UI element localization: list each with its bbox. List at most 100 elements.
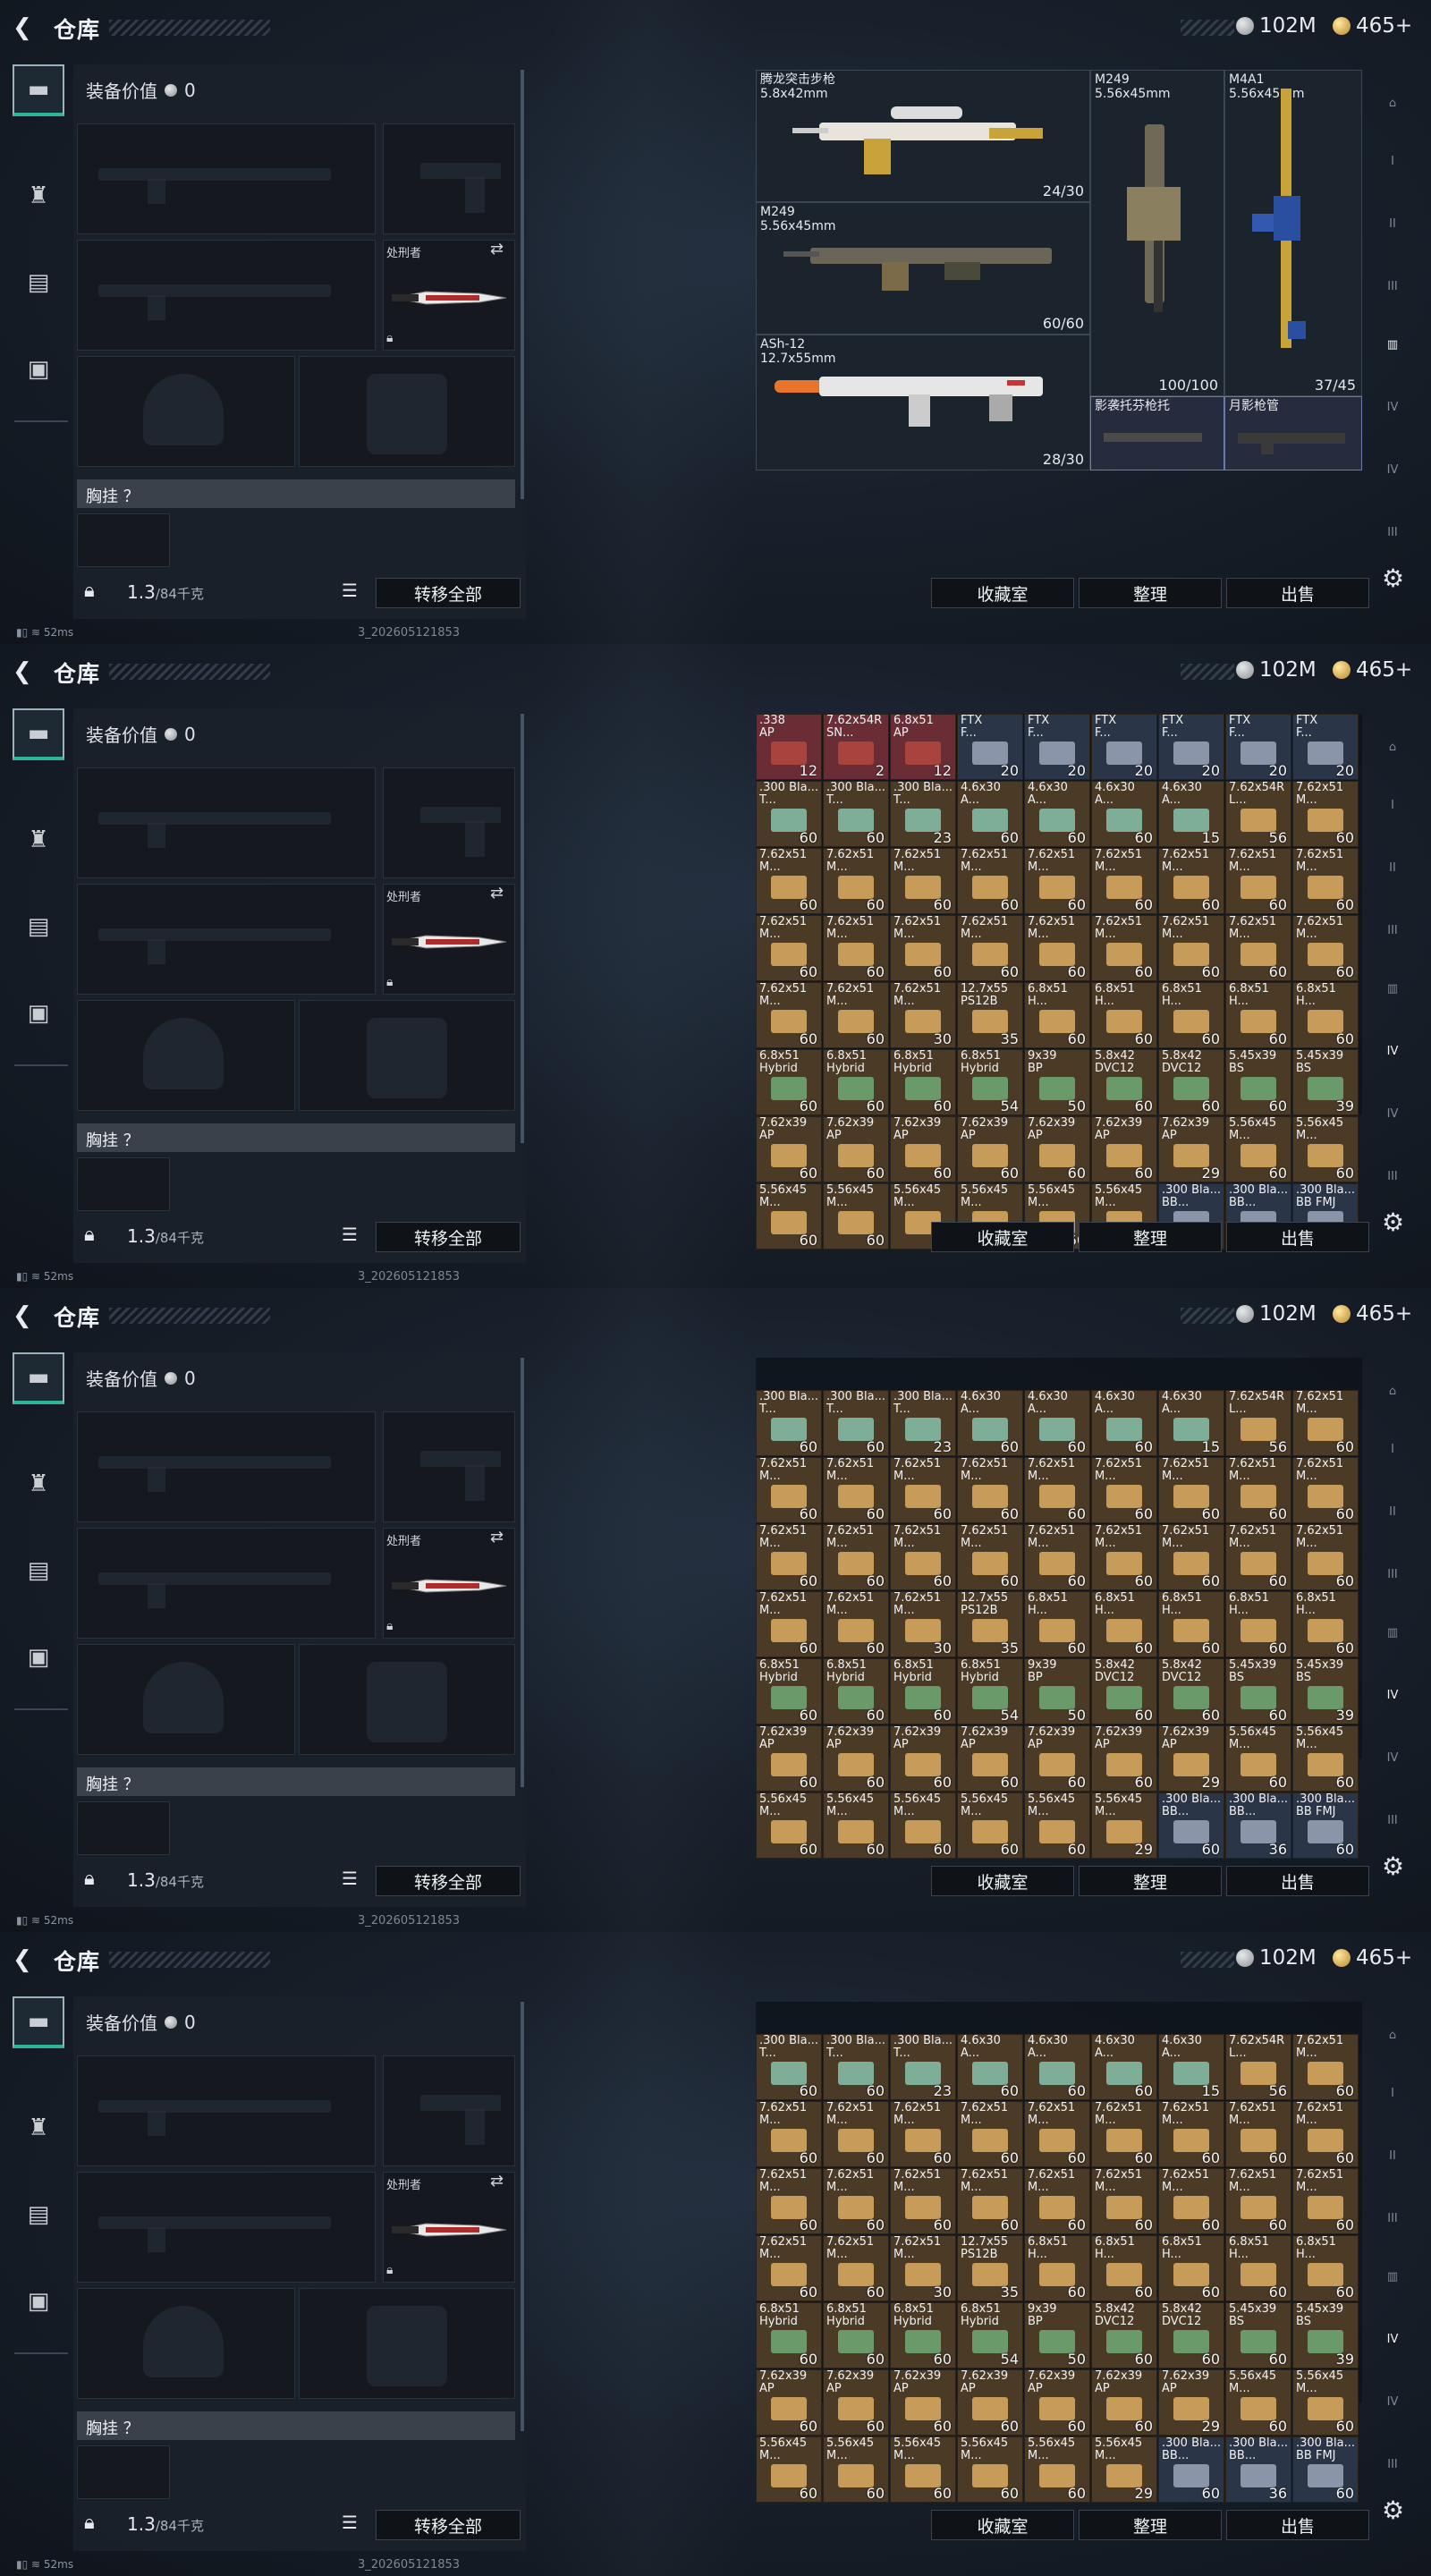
ammo-cell[interactable]: 5.8x42 DVC12 60 (1158, 1049, 1224, 1115)
case-tab-icon[interactable]: ▣ (13, 1631, 64, 1683)
ammo-cell[interactable]: .300 Bla... T... 60 (756, 1390, 822, 1456)
ammo-cell[interactable]: 7.62x51 M... 60 (1225, 2101, 1291, 2167)
ammo-cell[interactable]: 6.8x51 H... 60 (1158, 1591, 1224, 1657)
ammo-cell[interactable]: 5.45x39 BS 39 (1292, 1049, 1359, 1115)
back-arrow-icon[interactable]: ❮ (13, 16, 36, 39)
ammo-cell[interactable]: 5.45x39 BS 39 (1292, 1658, 1359, 1724)
ammo-cell[interactable]: 6.8x51 Hybrid 60 (890, 1049, 956, 1115)
ammo-cell[interactable]: 7.62x51 M... 60 (756, 2101, 822, 2167)
pistol-slot[interactable] (383, 1411, 515, 1522)
ammo-cell[interactable]: 12.7x55 PS12B 35 (957, 1591, 1023, 1657)
swap-icon[interactable]: ⇄ (490, 884, 504, 902)
storage-1-icon[interactable]: I (1376, 146, 1409, 178)
ammo-cell[interactable]: 6.8x51 Hybrid 60 (823, 1658, 889, 1724)
chest-rig-slot[interactable] (77, 2445, 170, 2499)
ammo-cell[interactable]: 6.8x51 Hybrid 60 (890, 1658, 956, 1724)
ammo-cell[interactable]: 5.56x45M... 60 (1225, 2369, 1291, 2436)
ammo-cell[interactable]: 4.6x30 A... 60 (957, 2034, 1023, 2100)
storage-5-icon[interactable]: IV (1376, 392, 1409, 424)
weapon-cell[interactable]: 影袭托芬枪托 (1090, 396, 1224, 470)
ammo-cell[interactable]: FTX F... 20 (1225, 714, 1291, 780)
collection-room-button[interactable]: 收藏室 (931, 2510, 1074, 2540)
ammo-cell[interactable]: 7.62x51 M... 60 (1225, 915, 1291, 981)
ammo-cell[interactable]: 7.62x51 M... 60 (1024, 1457, 1090, 1523)
ammo-cell[interactable]: .300 Bla... T... 60 (756, 781, 822, 847)
sort-button[interactable]: 整理 (1079, 1866, 1222, 1896)
ammo-cell[interactable]: 5.56x45M... 60 (1024, 2436, 1090, 2503)
ammo-cell[interactable]: .300 Bla...BB FMJ 60 (1292, 1792, 1359, 1859)
ammo-cell[interactable]: 7.62x39 AP 60 (756, 1725, 822, 1792)
ammo-cell[interactable]: 7.62x39 AP 60 (957, 2369, 1023, 2436)
ammo-cell[interactable]: 5.56x45M... 60 (1292, 2369, 1359, 2436)
ammo-cell[interactable]: 7.62x51 M... 60 (756, 1524, 822, 1590)
ammo-cell[interactable]: 5.56x45M... 60 (890, 1792, 956, 1859)
ammo-cell[interactable]: 7.62x39 AP 60 (823, 1725, 889, 1792)
ammo-cell[interactable]: 7.62x51 M... 60 (1158, 1524, 1224, 1590)
ammo-cell[interactable]: 7.62x39 AP 60 (1091, 1116, 1157, 1182)
ammo-cell[interactable]: 7.62x51 M... 30 (890, 2235, 956, 2301)
ammo-cell[interactable]: 7.62x39 AP 29 (1158, 1725, 1224, 1792)
equipment-scrollbar[interactable] (521, 70, 524, 499)
ammo-cell[interactable]: 7.62x51 M... 60 (957, 1524, 1023, 1590)
ammo-cell[interactable]: 7.62x54R L... 56 (1225, 1390, 1291, 1456)
weapon-cell[interactable]: ASh-12 12.7x55mm 28/30 (756, 335, 1090, 470)
sell-button[interactable]: 出售 (1226, 1222, 1369, 1252)
ammo-cell[interactable]: 7.62x51 M... 60 (1091, 915, 1157, 981)
ammo-cell[interactable]: 7.62x51 M... 60 (823, 2101, 889, 2167)
ammo-cell[interactable]: 7.62x51 M... 60 (756, 2235, 822, 2301)
storage-6-icon[interactable]: IV (1376, 1742, 1409, 1775)
armor-tab-icon[interactable]: ♜ (13, 170, 64, 222)
ammo-cell[interactable]: 7.62x51 M... 60 (1158, 915, 1224, 981)
ammo-cell[interactable]: 6.8x51 H... 60 (1158, 2235, 1224, 2301)
ammo-cell[interactable]: 7.62x51 M... 60 (1225, 2168, 1291, 2234)
ammo-cell[interactable]: 7.62x51 M... 60 (890, 2101, 956, 2167)
ammo-cell[interactable]: 7.62x51 M... 60 (1091, 1524, 1157, 1590)
gear-icon[interactable]: ⚙ (1382, 1852, 1404, 1881)
ammo-cell[interactable]: 7.62x51 M... 60 (823, 1591, 889, 1657)
ammo-cell[interactable]: 4.6x30 A... 60 (957, 1390, 1023, 1456)
sort-button[interactable]: 整理 (1079, 578, 1222, 608)
ammo-cell[interactable]: 5.56x45M... 60 (1225, 1116, 1291, 1182)
ammo-cell[interactable]: 5.45x39 BS 60 (1225, 1658, 1291, 1724)
ammo-cell[interactable]: 4.6x30 A... 60 (1091, 2034, 1157, 2100)
ammo-cell[interactable]: 7.62x51 M... 60 (957, 915, 1023, 981)
swap-icon[interactable]: ⇄ (490, 1528, 504, 1546)
weapon-tab-icon[interactable]: ▬ (13, 1996, 64, 2048)
storage-4-icon[interactable]: ▥ (1376, 2261, 1409, 2293)
ammo-cell[interactable]: 7.62x39 AP 29 (1158, 1116, 1224, 1182)
ammo-cell[interactable]: 7.62x51 M... 60 (1091, 2168, 1157, 2234)
ammo-cell[interactable]: 5.8x42 DVC12 60 (1091, 1049, 1157, 1115)
ammo-cell[interactable]: 7.62x51 M... 60 (890, 915, 956, 981)
back-arrow-icon[interactable]: ❮ (13, 660, 36, 683)
ammo-cell[interactable]: 7.62x51 M... 60 (1158, 848, 1224, 914)
ammo-cell[interactable]: 7.62x39 AP 60 (1024, 1725, 1090, 1792)
ammo-cell[interactable]: 7.62x51 M... 60 (1024, 1524, 1090, 1590)
ammo-cell[interactable]: 7.62x51 M... 60 (823, 1524, 889, 1590)
ammo-cell[interactable]: 7.62x39 AP 60 (1091, 1725, 1157, 1792)
ammo-cell[interactable]: 4.6x30 A... 60 (957, 781, 1023, 847)
ammo-cell[interactable]: 7.62x51 M... 60 (1158, 1457, 1224, 1523)
ammo-cell[interactable]: 5.8x42 DVC12 60 (1158, 1658, 1224, 1724)
armor-tab-icon[interactable]: ♜ (13, 1458, 64, 1510)
storage-7-icon[interactable]: III (1376, 2449, 1409, 2481)
storage-7-icon[interactable]: III (1376, 1805, 1409, 1837)
storage-5-icon[interactable]: IV (1376, 1680, 1409, 1712)
ammo-cell[interactable]: 6.8x51 H... 60 (1158, 982, 1224, 1048)
ammo-cell[interactable]: 6.8x51 H... 60 (1292, 982, 1359, 1048)
ammo-cell[interactable]: 4.6x30 A... 60 (1024, 2034, 1090, 2100)
ammo-cell[interactable]: 6.8x51 H... 60 (1091, 1591, 1157, 1657)
ammo-cell[interactable]: 7.62x51 M... 60 (1024, 2101, 1090, 2167)
equipment-scrollbar[interactable] (521, 1358, 524, 1787)
ammo-cell[interactable]: 7.62x51 M... 60 (957, 2101, 1023, 2167)
ammo-cell[interactable]: 7.62x51 M... 60 (1292, 1390, 1359, 1456)
ammo-cell[interactable]: FTX F... 20 (957, 714, 1023, 780)
ammo-cell[interactable]: 5.56x45M... 29 (1091, 2436, 1157, 2503)
storage-2-icon[interactable]: II (1376, 852, 1409, 885)
gear-icon[interactable]: ⚙ (1382, 564, 1404, 593)
collection-room-button[interactable]: 收藏室 (931, 1866, 1074, 1896)
storage-4-icon[interactable]: ▥ (1376, 329, 1409, 361)
storage-3-icon[interactable]: III (1376, 271, 1409, 303)
armor-tab-icon[interactable]: ♜ (13, 814, 64, 866)
ammo-cell[interactable]: 6.8x51 Hybrid 54 (957, 1658, 1023, 1724)
ammo-cell[interactable]: 5.45x39 BS 60 (1225, 2302, 1291, 2368)
